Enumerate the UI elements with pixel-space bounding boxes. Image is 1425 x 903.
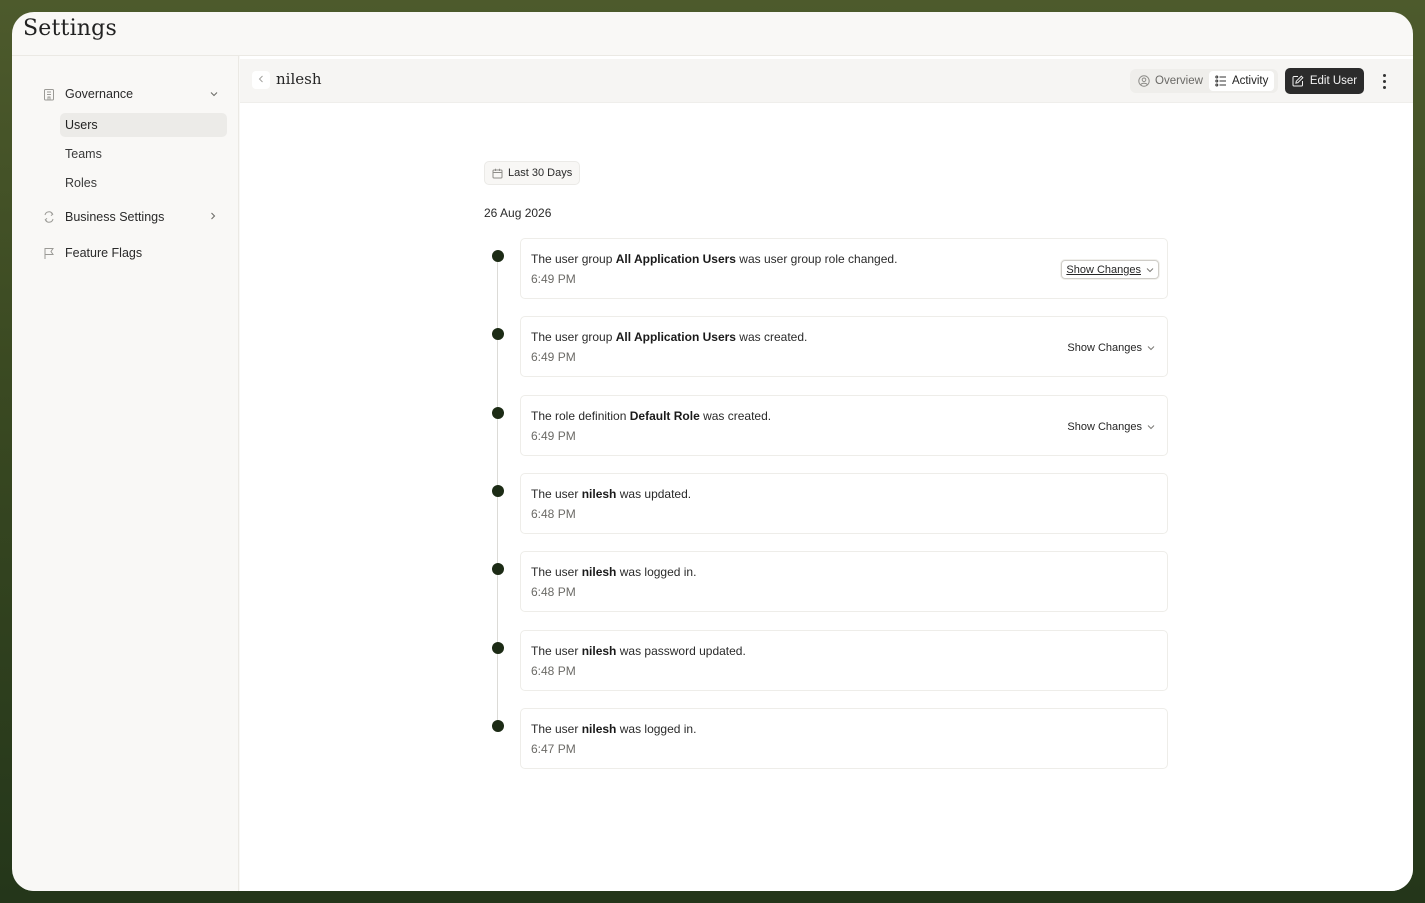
sidebar: Governance Users Teams Roles Business Se… — [22, 56, 239, 891]
more-options-icon[interactable] — [1377, 71, 1391, 91]
event-time: 6:48 PM — [531, 507, 576, 521]
timeline-dot — [492, 407, 504, 419]
sidebar-subitem-label: Teams — [65, 147, 102, 161]
event-text: was logged in. — [616, 565, 697, 579]
refresh-icon — [42, 210, 56, 224]
chevron-down-icon — [1147, 424, 1155, 430]
event-text: The user group — [531, 252, 616, 266]
event-text: The role definition — [531, 409, 630, 423]
activity-event: The user group All Application Users was… — [520, 316, 1168, 377]
event-time: 6:48 PM — [531, 585, 576, 599]
edit-user-button[interactable]: Edit User — [1285, 68, 1364, 94]
sidebar-item-label: Feature Flags — [65, 246, 143, 260]
event-description: The role definition Default Role was cre… — [531, 409, 771, 423]
event-text: was updated. — [616, 487, 692, 501]
sidebar-item-feature-flags[interactable]: Feature Flags — [42, 241, 142, 265]
detail-header: nilesh Overview Activity Edit User — [240, 59, 1413, 103]
tab-label: Activity — [1231, 75, 1269, 87]
event-subject: nilesh — [581, 487, 617, 501]
event-description: The user group All Application Users was… — [531, 330, 807, 344]
tab-label: Overview — [1155, 75, 1203, 87]
timeline-dot — [492, 642, 504, 654]
activity-event: The user nilesh was logged in. 6:48 PM — [520, 551, 1168, 612]
timeline-dot — [492, 485, 504, 497]
event-text: was user group role changed. — [735, 252, 898, 266]
sidebar-item-governance[interactable]: Governance — [42, 82, 218, 106]
edit-user-label: Edit User — [1309, 75, 1358, 87]
show-changes-button[interactable]: Show Changes — [1063, 338, 1159, 357]
chevron-down-icon — [1147, 345, 1155, 351]
main-panel: nilesh Overview Activity Edit User Last … — [240, 56, 1413, 891]
sidebar-item-label: Governance — [65, 87, 134, 101]
activity-date-heading: 26 Aug 2026 — [484, 206, 552, 220]
building-icon — [42, 87, 56, 101]
event-description: The user nilesh was updated. — [531, 487, 691, 501]
event-text: The user — [531, 644, 582, 658]
show-changes-button[interactable]: Show Changes — [1063, 417, 1159, 436]
back-button[interactable] — [252, 71, 270, 89]
event-time: 6:49 PM — [531, 272, 576, 286]
event-text: was created. — [735, 330, 808, 344]
event-subject: All Application Users — [615, 252, 736, 266]
event-time: 6:48 PM — [531, 664, 576, 678]
event-text: was password updated. — [616, 644, 746, 658]
view-tabs: Overview Activity — [1130, 69, 1278, 93]
sidebar-subitem-label: Roles — [65, 176, 97, 190]
sidebar-item-teams[interactable]: Teams — [60, 142, 227, 166]
user-circle-icon — [1138, 75, 1150, 87]
event-subject: Default Role — [629, 409, 700, 423]
show-changes-label: Show Changes — [1066, 263, 1141, 276]
list-icon — [1215, 75, 1227, 87]
event-text: The user — [531, 565, 582, 579]
event-text: The user group — [531, 330, 616, 344]
show-changes-button[interactable]: Show Changes — [1061, 260, 1159, 279]
tab-overview[interactable]: Overview — [1132, 71, 1209, 91]
timeline-dot — [492, 720, 504, 732]
timeline-dot — [492, 328, 504, 340]
activity-event: The user nilesh was logged in. 6:47 PM — [520, 708, 1168, 769]
event-text: The user — [531, 722, 582, 736]
sidebar-item-users[interactable]: Users — [60, 113, 227, 137]
event-subject: nilesh — [581, 722, 617, 736]
event-subject: All Application Users — [615, 330, 736, 344]
sidebar-item-label: Business Settings — [65, 210, 165, 224]
show-changes-label: Show Changes — [1067, 341, 1142, 354]
tab-activity[interactable]: Activity — [1208, 71, 1275, 91]
activity-event: The user group All Application Users was… — [520, 238, 1168, 299]
event-description: The user nilesh was logged in. — [531, 565, 696, 579]
activity-event: The user nilesh was updated. 6:48 PM — [520, 473, 1168, 534]
app-window: Settings Governance Users Teams Roles Bu… — [12, 12, 1413, 891]
event-subject: nilesh — [581, 565, 617, 579]
sidebar-item-business-settings[interactable]: Business Settings — [42, 205, 216, 229]
activity-event: The user nilesh was password updated. 6:4… — [520, 630, 1168, 691]
event-text: was logged in. — [616, 722, 697, 736]
event-text: The user — [531, 487, 582, 501]
event-text: was created. — [699, 409, 772, 423]
show-changes-label: Show Changes — [1067, 420, 1142, 433]
chevron-right-icon — [210, 212, 216, 223]
event-time: 6:49 PM — [531, 350, 576, 364]
event-description: The user group All Application Users was… — [531, 252, 897, 266]
event-time: 6:49 PM — [531, 429, 576, 443]
chevron-down-icon — [210, 89, 218, 100]
sidebar-subitem-label: Users — [65, 118, 98, 132]
page-title: nilesh — [276, 70, 322, 88]
sidebar-item-roles[interactable]: Roles — [60, 171, 227, 195]
calendar-icon — [492, 168, 503, 179]
event-description: The user nilesh was logged in. — [531, 722, 696, 736]
date-range-label: Last 30 Days — [508, 167, 573, 179]
timeline-dot — [492, 250, 504, 262]
event-time: 6:47 PM — [531, 742, 576, 756]
event-subject: nilesh — [581, 644, 617, 658]
edit-icon — [1292, 75, 1304, 87]
event-description: The user nilesh was password updated. — [531, 644, 746, 658]
date-range-button[interactable]: Last 30 Days — [484, 161, 581, 185]
activity-event: The role definition Default Role was cre… — [520, 395, 1168, 456]
flag-icon — [42, 246, 56, 260]
chevron-down-icon — [1146, 267, 1154, 273]
app-title: Settings — [23, 16, 117, 41]
chevron-left-icon — [258, 74, 264, 86]
timeline-dot — [492, 563, 504, 575]
